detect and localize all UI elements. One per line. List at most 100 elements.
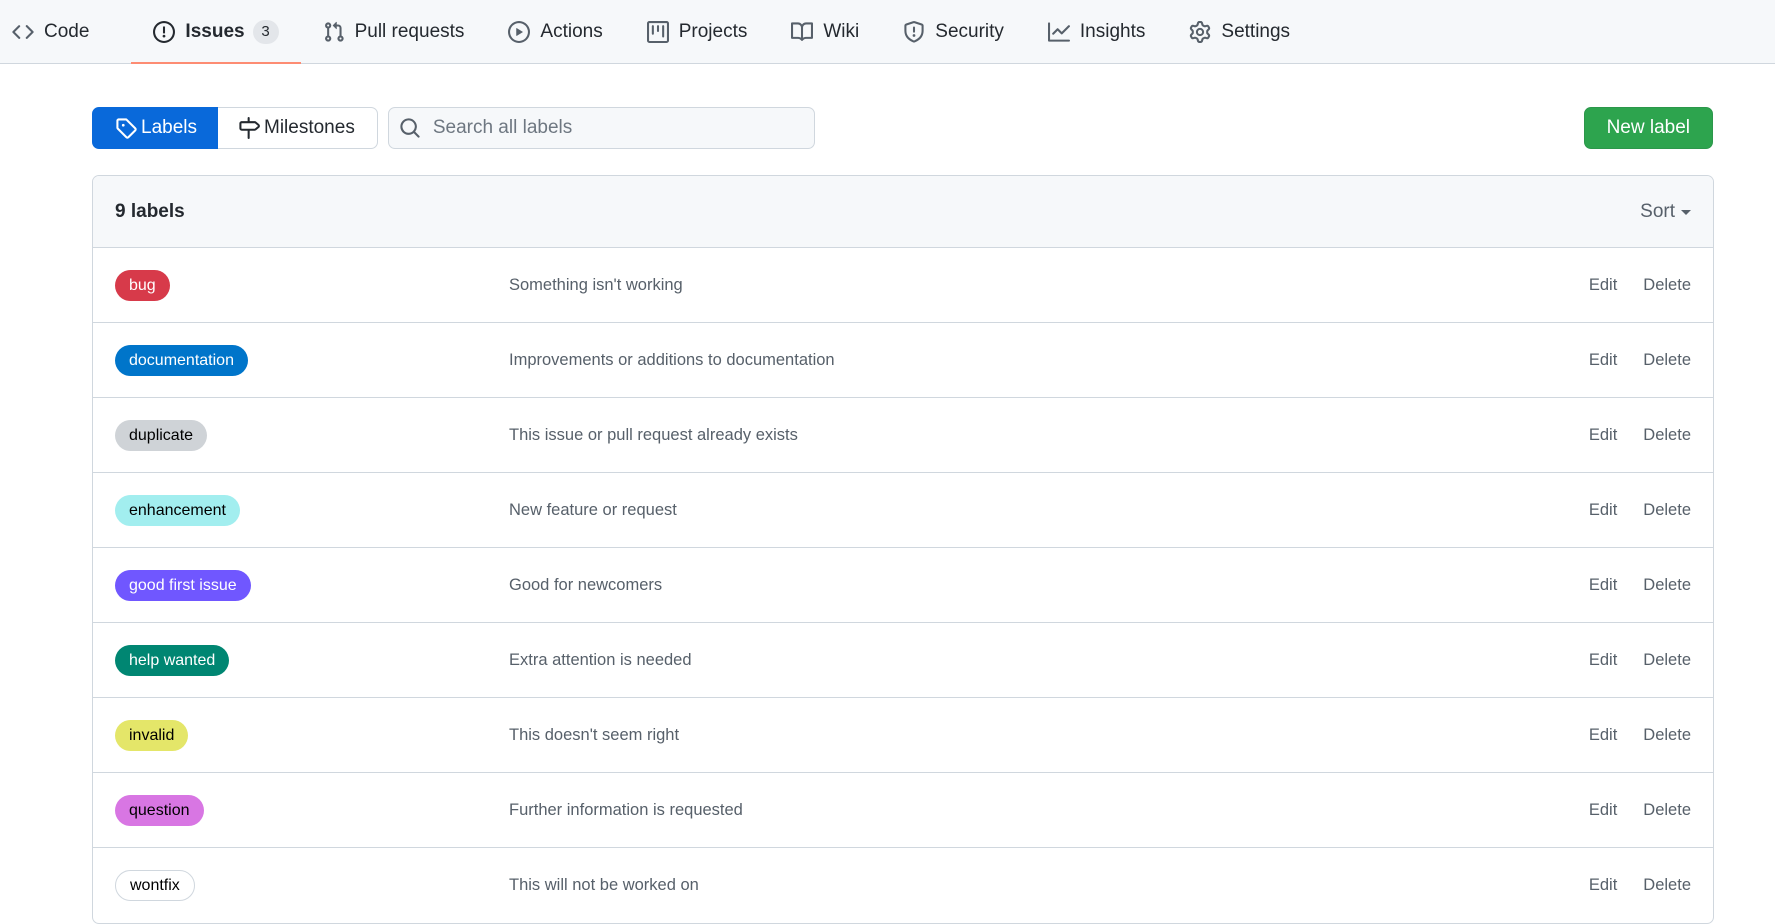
delete-label-button[interactable]: Delete [1643, 276, 1691, 295]
table-icon [646, 20, 669, 43]
label-actions: Edit Delete [1589, 876, 1691, 895]
label-row: enhancement New feature or request Edit Del… [93, 473, 1713, 548]
graph-icon [1047, 21, 1070, 43]
delete-label-button[interactable]: Delete [1643, 576, 1691, 595]
delete-label-button[interactable]: Delete [1643, 501, 1691, 520]
tab-settings[interactable]: Settings [1189, 0, 1312, 63]
labels-list: 9 labels Sort bug Something isn't working… [92, 175, 1714, 924]
label-actions: Edit Delete [1589, 651, 1691, 670]
play-icon [508, 20, 531, 43]
label-pill[interactable]: help wanted [115, 644, 230, 676]
edit-label-button[interactable]: Edit [1589, 426, 1617, 445]
tab-security[interactable]: Security [903, 0, 1026, 63]
label-cell: help wanted [115, 644, 509, 676]
label-row: question Further information is requested… [93, 773, 1713, 848]
caret-down-icon [1681, 210, 1691, 215]
issues-count-badge: 3 [252, 19, 279, 44]
tab-projects[interactable]: Projects [646, 0, 770, 63]
label-cell: bug [115, 269, 509, 301]
tab-insights-label: Insights [1079, 20, 1146, 42]
label-description: Good for newcomers [509, 575, 663, 594]
milestones-tab-label: Milestones [264, 117, 355, 138]
delete-label-button[interactable]: Delete [1643, 351, 1691, 370]
milestones-tab[interactable]: Milestones [218, 107, 378, 149]
label-cell: documentation [115, 344, 509, 376]
label-row: wontfix This will not be worked on Edit Del… [93, 848, 1713, 923]
repo-nav: Code Issues 3 Pull requests Actions Proj… [0, 0, 1775, 64]
delete-label-button[interactable]: Delete [1643, 801, 1691, 820]
code-icon [12, 21, 34, 43]
label-actions: Edit Delete [1589, 276, 1691, 295]
edit-label-button[interactable]: Edit [1589, 276, 1617, 295]
tab-code-label: Code [44, 20, 90, 42]
edit-label-button[interactable]: Edit [1589, 726, 1617, 745]
search-input[interactable] [430, 116, 801, 140]
label-actions: Edit Delete [1589, 801, 1691, 820]
tab-wiki[interactable]: Wiki [791, 0, 881, 63]
edit-label-button[interactable]: Edit [1589, 876, 1617, 895]
label-description: Extra attention is needed [509, 650, 692, 669]
label-pill[interactable]: invalid [115, 719, 189, 751]
new-label-button[interactable]: New label [1583, 107, 1713, 149]
labels-rows: bug Something isn't working Edit Delete docu… [93, 248, 1713, 923]
sort-label: Sort [1640, 200, 1675, 222]
label-actions: Edit Delete [1589, 426, 1691, 445]
label-actions: Edit Delete [1589, 501, 1691, 520]
label-pill[interactable]: question [115, 794, 204, 826]
sort-dropdown[interactable]: Sort [1640, 201, 1691, 223]
label-cell: invalid [115, 719, 509, 751]
search-icon [400, 118, 420, 138]
search-box [387, 107, 815, 149]
issue-opened-icon [153, 20, 176, 43]
label-actions: Edit Delete [1589, 351, 1691, 370]
label-pill[interactable]: good first issue [115, 569, 251, 601]
label-row: good first issue Good for newcomers Edit De… [93, 548, 1713, 623]
label-description: Further information is requested [509, 800, 743, 819]
label-pill[interactable]: bug [115, 269, 170, 301]
label-description: New feature or request [509, 500, 677, 519]
label-cell: question [115, 794, 509, 826]
label-description: This issue or pull request already exist… [509, 425, 798, 444]
edit-label-button[interactable]: Edit [1589, 801, 1617, 820]
tab-insights[interactable]: Insights [1047, 0, 1167, 63]
labels-tab[interactable]: Labels [92, 107, 218, 149]
tab-wiki-label: Wiki [823, 20, 860, 42]
label-cell: enhancement [115, 494, 509, 526]
tab-code[interactable]: Code [12, 0, 111, 63]
label-pill[interactable]: wontfix [115, 870, 195, 901]
label-description: This doesn't seem right [509, 725, 680, 744]
label-description: This will not be worked on [509, 876, 699, 894]
tab-projects-label: Projects [678, 20, 748, 42]
labels-tab-label: Labels [141, 117, 197, 138]
book-icon [791, 21, 814, 43]
label-cell: duplicate [115, 419, 509, 451]
delete-label-button[interactable]: Delete [1643, 651, 1691, 670]
label-description: Improvements or additions to documentati… [509, 350, 835, 369]
delete-label-button[interactable]: Delete [1643, 876, 1691, 895]
tab-pull-requests-label: Pull requests [354, 20, 465, 42]
gear-icon [1189, 20, 1211, 43]
tab-issues-label: Issues [185, 20, 245, 42]
edit-label-button[interactable]: Edit [1589, 351, 1617, 370]
label-pill[interactable]: enhancement [115, 494, 240, 526]
tab-actions[interactable]: Actions [508, 0, 624, 63]
edit-label-button[interactable]: Edit [1589, 501, 1617, 520]
edit-label-button[interactable]: Edit [1589, 576, 1617, 595]
tag-icon [116, 118, 137, 139]
labels-list-header: 9 labels Sort [93, 176, 1713, 248]
labels-count: 9 labels [115, 200, 185, 222]
shield-icon [903, 20, 925, 43]
label-description: Something isn't working [509, 275, 683, 294]
delete-label-button[interactable]: Delete [1643, 726, 1691, 745]
git-pull-request-icon [323, 21, 345, 43]
edit-label-button[interactable]: Edit [1589, 651, 1617, 670]
label-pill[interactable]: documentation [115, 344, 248, 376]
labels-milestones-toggle: Labels Milestones [92, 107, 378, 149]
label-actions: Edit Delete [1589, 726, 1691, 745]
label-pill[interactable]: duplicate [115, 419, 208, 451]
milestone-icon [239, 117, 260, 139]
tab-issues[interactable]: Issues 3 [131, 0, 301, 64]
label-row: help wanted Extra attention is needed Edit… [93, 623, 1713, 698]
delete-label-button[interactable]: Delete [1643, 426, 1691, 445]
tab-pull-requests[interactable]: Pull requests [323, 0, 487, 63]
